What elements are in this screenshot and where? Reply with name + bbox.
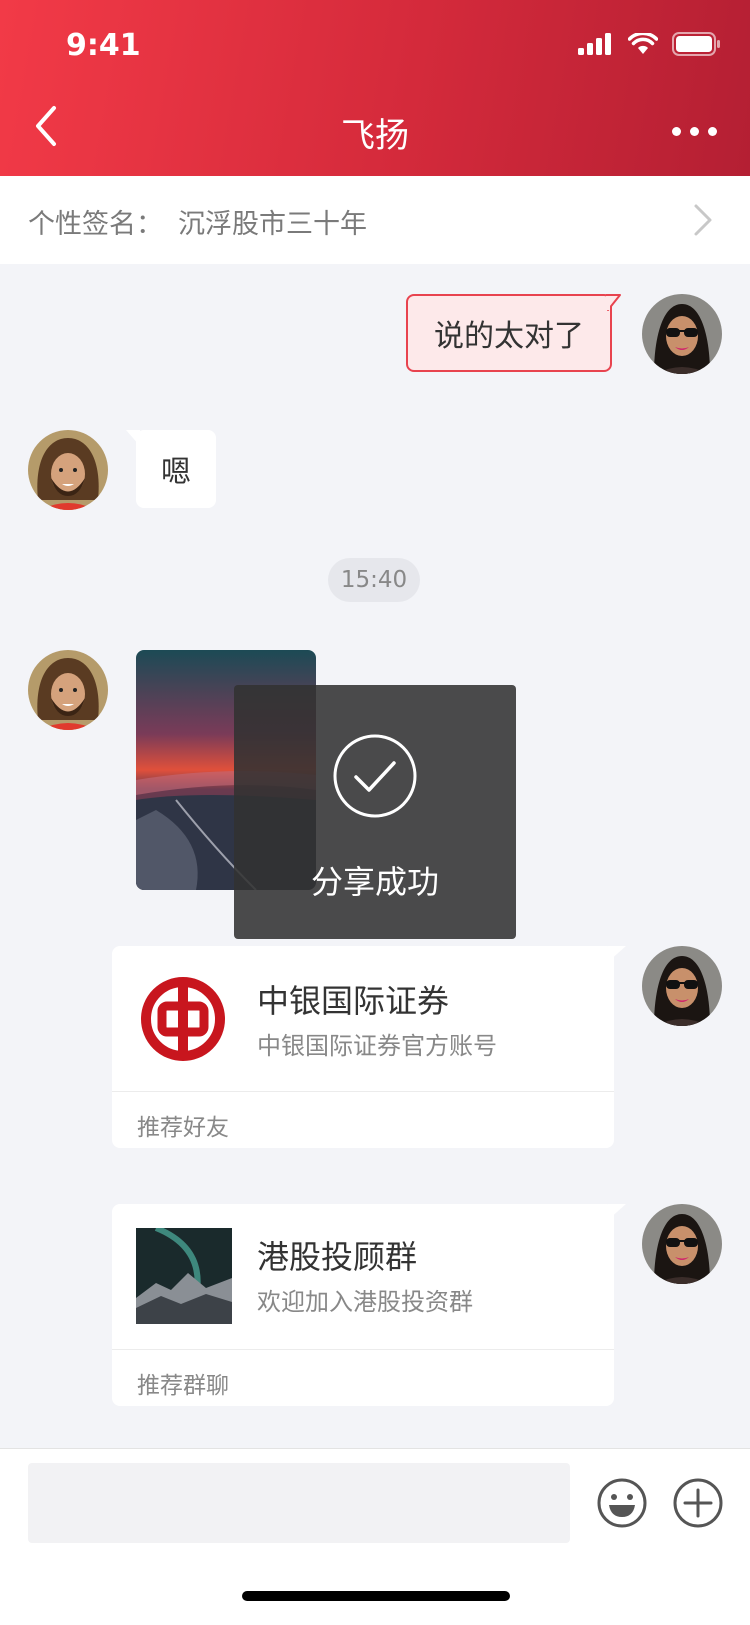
message-bubble-outgoing[interactable]: 说的太对了: [406, 294, 612, 372]
plus-icon[interactable]: [672, 1477, 724, 1529]
card-subtitle: 中银国际证券官方账号: [257, 1032, 497, 1060]
card-footer: 推荐好友: [137, 1115, 229, 1141]
bubble-tail: [608, 1204, 626, 1220]
status-icons: [578, 32, 720, 56]
signal-icon: [578, 33, 611, 55]
card-title: 港股投顾群: [257, 1238, 418, 1276]
battery-icon: [672, 32, 720, 56]
group-thumbnail: [136, 1228, 232, 1324]
bubble-tail: [608, 946, 626, 962]
emoji-icon[interactable]: [596, 1477, 648, 1529]
avatar-self[interactable]: [642, 1204, 722, 1284]
input-bar: [0, 1448, 750, 1625]
group-card[interactable]: 港股投顾群 欢迎加入港股投资群 推荐群聊: [112, 1204, 614, 1406]
chevron-right-icon: [694, 204, 712, 236]
message-bubble-incoming[interactable]: 嗯: [136, 430, 216, 508]
wifi-icon: [628, 33, 658, 54]
nav-header: 9:41 飞扬: [0, 0, 750, 176]
signature-row[interactable]: 个性签名： 沉浮股市三十年: [0, 176, 750, 264]
card-footer: 推荐群聊: [137, 1373, 229, 1399]
toast-text: 分享成功: [310, 863, 439, 901]
avatar-friend[interactable]: [28, 650, 108, 730]
bubble-tail: [606, 294, 621, 311]
avatar-self[interactable]: [642, 294, 722, 374]
signature-label: 个性签名：: [28, 209, 163, 240]
home-indicator: [242, 1591, 510, 1601]
card-title: 中银国际证券: [257, 982, 450, 1020]
page-title: 飞扬: [341, 116, 409, 156]
message-input[interactable]: [28, 1463, 570, 1543]
message-timestamp: 15:40: [328, 558, 420, 602]
status-time: 9:41: [66, 28, 141, 63]
checkmark-icon: [333, 734, 417, 818]
avatar-self[interactable]: [642, 946, 722, 1026]
signature-value: 沉浮股市三十年: [178, 209, 367, 240]
card-divider: [112, 1349, 614, 1350]
contact-card[interactable]: 中银国际证券 中银国际证券官方账号 推荐好友: [112, 946, 614, 1148]
more-icon: [671, 126, 681, 136]
avatar-friend[interactable]: [28, 430, 108, 510]
share-success-toast: 分享成功: [234, 685, 516, 939]
more-button[interactable]: [666, 116, 722, 146]
card-divider: [112, 1091, 614, 1092]
boc-logo: [141, 977, 225, 1061]
card-subtitle: 欢迎加入港股投资群: [257, 1288, 473, 1316]
